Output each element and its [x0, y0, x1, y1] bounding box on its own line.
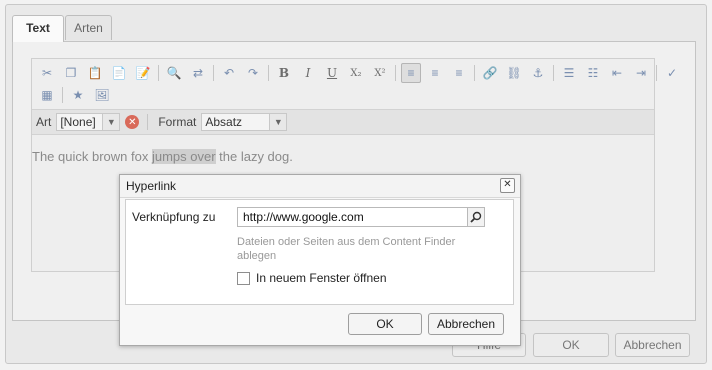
subscript-glyph: X₂: [350, 67, 362, 79]
paste-icon[interactable]: 📋: [85, 63, 105, 83]
link-url-input[interactable]: http://www.google.com: [237, 207, 484, 227]
dialog-ok-button[interactable]: OK: [348, 313, 422, 335]
image-icon[interactable]: 🖼: [92, 85, 112, 105]
format-select[interactable]: Absatz ▼: [201, 113, 288, 131]
style-select-value: [None]: [60, 115, 96, 129]
dialog-body: Verknüpfung zu http://www.google.com Dat…: [125, 199, 514, 305]
spellcheck-icon[interactable]: ✓: [662, 63, 682, 83]
undo-icon[interactable]: ↶: [219, 63, 239, 83]
toolbar-separator: [62, 87, 63, 103]
paste-text-icon[interactable]: 📄: [109, 63, 129, 83]
format-bar: Art [None] ▼ ✕ Format Absatz ▼: [32, 109, 654, 135]
close-icon[interactable]: ✕: [500, 178, 515, 193]
toolbar-separator: [553, 65, 554, 81]
toolbar-separator: [474, 65, 475, 81]
editor-text-before: The quick brown fox: [32, 149, 152, 164]
toolbar-separator: [395, 65, 396, 81]
hyperlink-dialog: Hyperlink ✕ Verknüpfung zu http://www.go…: [119, 174, 521, 346]
style-label: Art: [36, 115, 52, 129]
link-icon[interactable]: 🔗: [480, 63, 500, 83]
toolbar-separator: [213, 65, 214, 81]
cancel-button[interactable]: Abbrechen: [615, 333, 690, 357]
toolbar-separator: [147, 114, 149, 130]
unlink-icon[interactable]: ⛓: [504, 63, 524, 83]
underline-icon[interactable]: U: [322, 63, 342, 83]
toolbar-separator: [268, 65, 269, 81]
numbered-list-icon[interactable]: ☷: [583, 63, 603, 83]
toolbar-separator: [158, 65, 159, 81]
link-label: Verknüpfung zu: [132, 210, 216, 224]
superscript-icon[interactable]: X²: [370, 63, 390, 83]
tab-arten[interactable]: Arten: [65, 15, 112, 40]
dialog-cancel-button[interactable]: Abbrechen: [428, 313, 504, 335]
replace-icon[interactable]: ⇄: [188, 63, 208, 83]
bold-glyph: B: [278, 66, 290, 80]
selected-text: jumps over: [151, 149, 216, 164]
anchor-icon[interactable]: ⚓: [528, 63, 548, 83]
format-label: Format: [158, 115, 197, 129]
copy-icon[interactable]: ❐: [61, 63, 81, 83]
italic-icon[interactable]: I: [298, 63, 318, 83]
special-char-icon[interactable]: ★: [68, 85, 88, 105]
paste-word-icon[interactable]: 📝: [133, 63, 153, 83]
find-icon[interactable]: 🔍: [164, 63, 184, 83]
editor-content[interactable]: The quick brown fox jumps over the lazy …: [32, 149, 293, 164]
dialog-title: Hyperlink: [126, 179, 177, 193]
indent-icon[interactable]: ⇥: [631, 63, 651, 83]
redo-icon[interactable]: ↷: [243, 63, 263, 83]
dialog-titlebar[interactable]: Hyperlink ✕: [120, 175, 520, 198]
bold-icon[interactable]: B: [274, 63, 294, 83]
chevron-down-icon[interactable]: ▼: [102, 114, 120, 130]
new-window-checkbox[interactable]: [237, 271, 250, 285]
italic-glyph: I: [305, 66, 311, 80]
subscript-icon[interactable]: X₂: [346, 63, 366, 83]
new-window-label: In neuem Fenster öffnen: [256, 271, 387, 285]
align-center-icon[interactable]: ≡: [425, 63, 445, 83]
outdent-icon[interactable]: ⇤: [607, 63, 627, 83]
style-select[interactable]: [None] ▼: [56, 113, 121, 131]
toolbar-row-1: ✂ ❐ 📋 📄 📝 🔍 ⇄ ↶ ↷ B I U X₂ X² ≡ ≡ ≡ 🔗 ⛓ …: [37, 63, 686, 83]
bullet-list-icon[interactable]: ☰: [559, 63, 579, 83]
toolbar-separator: [656, 65, 657, 81]
clear-style-icon[interactable]: ✕: [125, 115, 140, 129]
search-icon[interactable]: [467, 207, 485, 227]
superscript-glyph: X²: [374, 67, 386, 79]
ok-button[interactable]: OK: [533, 333, 609, 357]
tab-text[interactable]: Text: [12, 15, 64, 42]
align-left-icon[interactable]: ≡: [401, 63, 421, 83]
chevron-down-icon[interactable]: ▼: [269, 114, 287, 130]
align-right-icon[interactable]: ≡: [449, 63, 469, 83]
editor-text-after: the lazy dog.: [215, 149, 293, 164]
drop-hint: Dateien oder Seiten aus dem Content Find…: [237, 236, 456, 262]
format-select-value: Absatz: [205, 115, 243, 129]
cut-icon[interactable]: ✂: [37, 63, 57, 83]
underline-glyph: U: [326, 66, 338, 80]
table-icon[interactable]: ▦: [37, 85, 57, 105]
new-window-option[interactable]: In neuem Fenster öffnen: [237, 271, 387, 285]
toolbar-row-2: ▦ ★ 🖼: [37, 85, 116, 105]
